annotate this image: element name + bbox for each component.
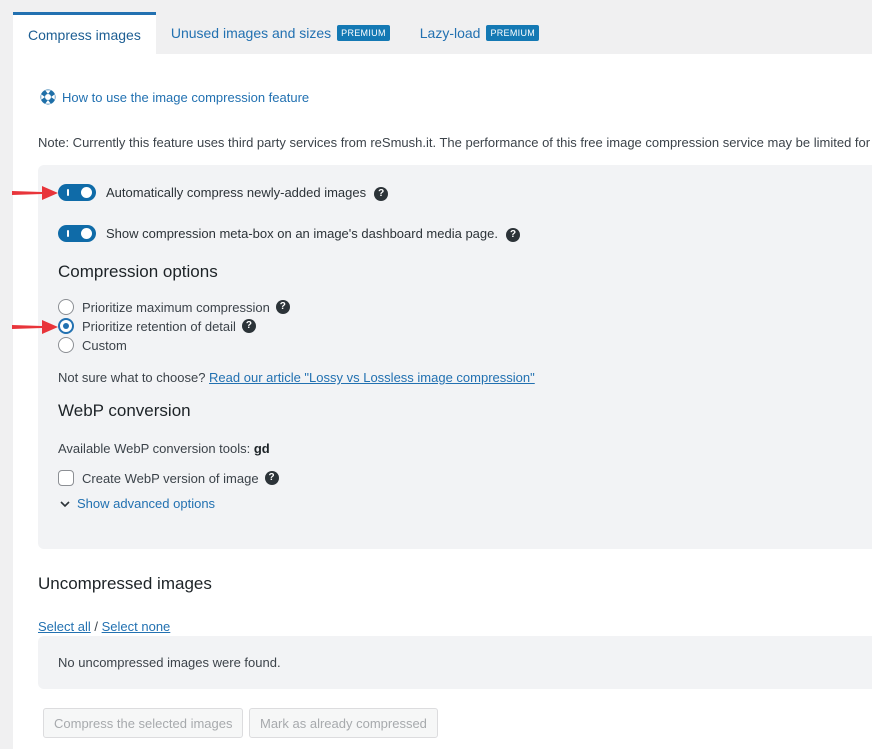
premium-badge: PREMIUM [486,25,540,41]
help-icon[interactable]: ? [264,471,279,485]
show-advanced-options-toggle[interactable]: Show advanced options [60,496,215,511]
separator: / [94,619,98,634]
webp-tools-value: gd [253,441,270,456]
tab-compress-images[interactable]: Compress images [13,12,156,54]
meta-box-toggle[interactable] [58,224,96,242]
annotation-arrow-icon [12,186,58,200]
mark-compressed-button[interactable]: Mark as already compressed [249,708,438,738]
select-all-link[interactable]: Select all [38,619,91,634]
radio-label: Custom [82,337,127,353]
tab-label: Unused images and sizes [170,25,332,41]
uncompressed-heading: Uncompressed images [38,574,212,593]
toggle-label: Automatically compress newly-added image… [106,184,367,200]
select-none-link[interactable]: Select none [102,619,171,634]
create-webp-checkbox[interactable] [58,470,74,486]
tab-unused-images[interactable]: Unused images and sizes PREMIUM [156,12,405,54]
service-note: Note: Currently this feature uses third … [38,135,872,150]
toggle-label: Show compression meta-box on an image's … [106,225,498,241]
uncompressed-list: No uncompressed images were found. [38,636,872,689]
radio-label: Prioritize retention of detail [82,318,236,334]
checkbox-label: Create WebP version of image [82,470,259,486]
radio-button[interactable] [58,318,74,334]
toggle-row-meta-box: Show compression meta-box on an image's … [58,224,520,242]
help-icon[interactable]: ? [241,319,256,333]
tab-lazy-load[interactable]: Lazy-load PREMIUM [405,12,554,54]
unsure-label: Not sure what to choose? [58,370,206,385]
selection-links: Select all / Select none [38,619,170,634]
help-icon[interactable]: ? [506,228,520,242]
radio-retention-of-detail[interactable]: Prioritize retention of detail ? [58,318,256,334]
premium-badge: PREMIUM [337,25,390,41]
lifebuoy-icon [40,89,56,105]
compression-options-heading: Compression options [58,262,218,281]
radio-max-compression[interactable]: Prioritize maximum compression ? [58,299,290,315]
help-link-label: How to use the image compression feature [62,89,310,105]
compress-selected-button[interactable]: Compress the selected images [43,708,244,738]
empty-message: No uncompressed images were found. [58,655,281,670]
annotation-arrow-icon [12,320,58,334]
webp-tools-label: Available WebP conversion tools: [58,441,251,456]
toggle-row-auto-compress: Automatically compress newly-added image… [58,183,389,201]
advanced-label: Show advanced options [77,496,216,511]
unsure-text: Not sure what to choose? Read our articl… [58,370,535,385]
lossy-vs-lossless-article-link[interactable]: Read our article "Lossy vs Lossless imag… [209,370,535,385]
radio-label: Prioritize maximum compression [82,299,270,315]
tab-label: Compress images [28,26,141,43]
chevron-down-icon [60,500,70,507]
radio-button[interactable] [58,299,74,315]
auto-compress-toggle[interactable] [58,183,96,201]
radio-button[interactable] [58,337,74,353]
tab-bar: Compress images Unused images and sizes … [13,12,554,54]
help-icon[interactable]: ? [374,187,389,201]
webp-tools: Available WebP conversion tools: gd [58,441,270,456]
webp-checkbox-row[interactable]: Create WebP version of image ? [58,470,279,486]
radio-custom[interactable]: Custom [58,337,127,353]
tab-label: Lazy-load [419,25,481,41]
help-icon[interactable]: ? [275,300,290,314]
main-panel: How to use the image compression feature… [13,54,872,749]
settings-box: Automatically compress newly-added image… [38,165,872,549]
help-link[interactable]: How to use the image compression feature [40,89,309,105]
webp-heading: WebP conversion [58,401,191,420]
